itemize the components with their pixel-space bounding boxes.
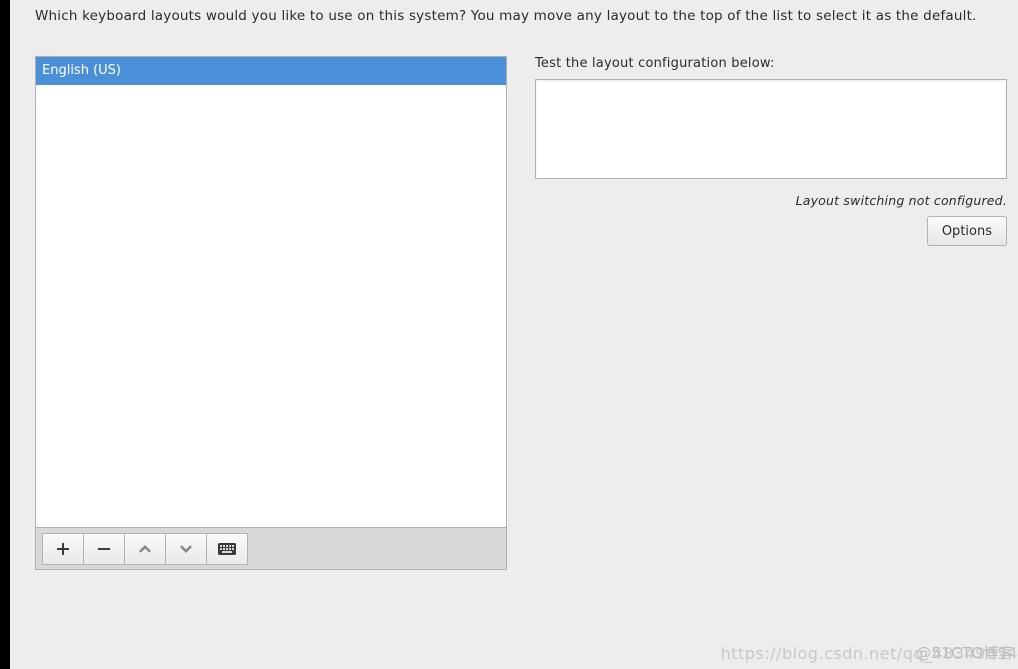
plus-icon	[56, 542, 70, 556]
watermark-handle: @51CTO博客	[916, 642, 1014, 663]
preview-layout-button[interactable]	[206, 533, 248, 565]
move-layout-up-button[interactable]	[124, 533, 166, 565]
layout-switch-status: Layout switching not configured.	[535, 193, 1007, 208]
remove-layout-button[interactable]	[83, 533, 125, 565]
watermark-url: https://blog.csdn.net/qq_48349054	[721, 644, 1018, 663]
add-layout-button[interactable]	[42, 533, 84, 565]
chevron-down-icon	[179, 542, 193, 556]
move-layout-down-button[interactable]	[165, 533, 207, 565]
layout-list-pane: English (US)	[35, 56, 507, 570]
keyboard-layout-page: Which keyboard layouts would you like to…	[10, 0, 1018, 669]
test-area-label: Test the layout configuration below:	[535, 56, 1007, 71]
chevron-up-icon	[138, 542, 152, 556]
options-button[interactable]: Options	[927, 216, 1007, 246]
layout-listbox[interactable]: English (US)	[35, 56, 507, 527]
layout-toolbar	[35, 527, 507, 570]
test-layout-input[interactable]	[535, 79, 1007, 179]
test-pane: Test the layout configuration below: Lay…	[535, 56, 1007, 246]
minus-icon	[97, 542, 111, 556]
layout-list-item-selected[interactable]: English (US)	[36, 57, 506, 85]
keyboard-icon	[218, 543, 236, 555]
left-black-strip	[0, 0, 10, 669]
page-prompt: Which keyboard layouts would you like to…	[35, 8, 995, 24]
